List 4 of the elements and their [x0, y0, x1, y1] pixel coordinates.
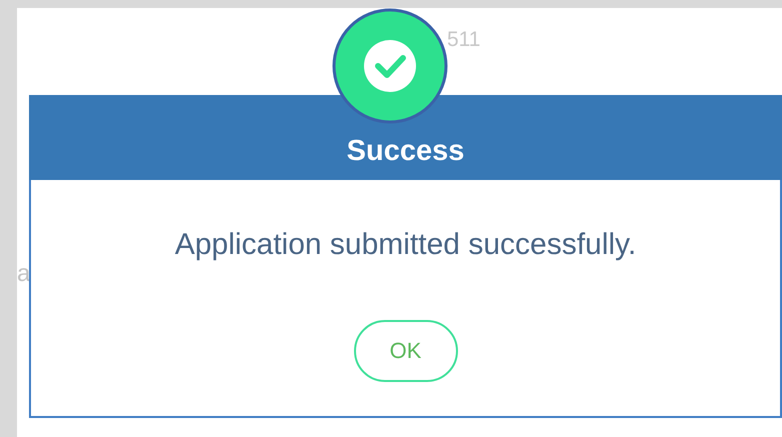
ok-button[interactable]: OK [354, 320, 458, 382]
dialog-message: Application submitted successfully. [174, 228, 636, 262]
dialog-title: Success [346, 135, 464, 168]
background-text: a [17, 260, 30, 288]
